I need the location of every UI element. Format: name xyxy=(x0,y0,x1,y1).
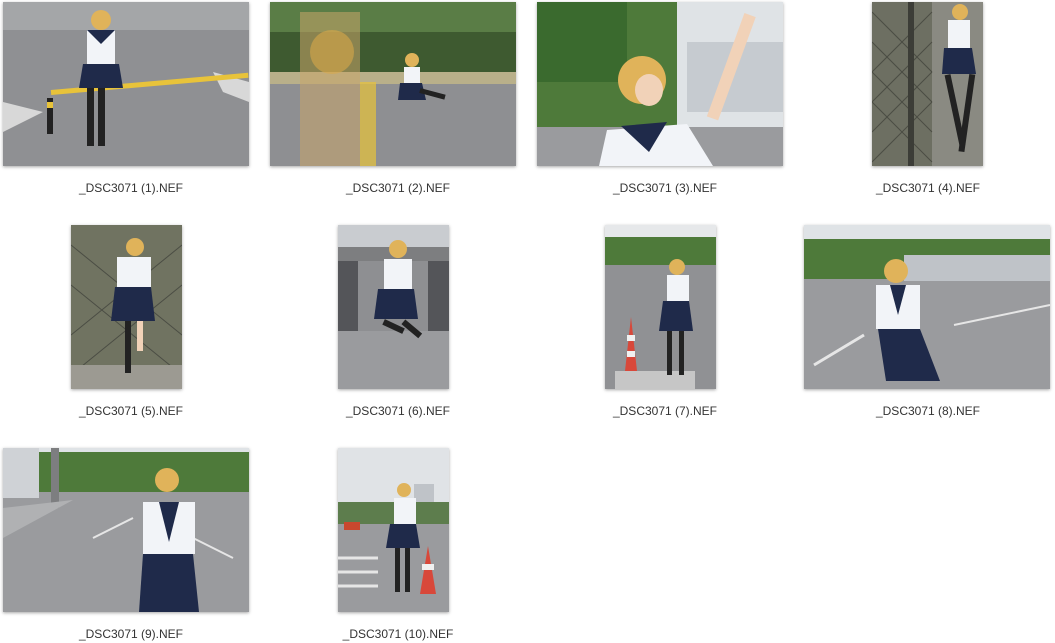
photo-thumbnail[interactable] xyxy=(3,448,249,612)
thumbnail-area[interactable] xyxy=(0,2,262,170)
file-item-4[interactable]: _DSC3071 (4).NEF xyxy=(797,2,1055,195)
file-name-label[interactable]: _DSC3071 (1).NEF xyxy=(0,181,262,195)
thumbnail-area[interactable] xyxy=(0,225,262,393)
thumbnail-area[interactable] xyxy=(534,225,796,393)
photo-thumbnail[interactable] xyxy=(537,2,783,166)
file-item-10[interactable]: _DSC3071 (10).NEF xyxy=(267,448,529,641)
file-name-label[interactable]: _DSC3071 (3).NEF xyxy=(534,181,796,195)
file-thumbnail-grid: _DSC3071 (1).NEF _DSC3071 (2).NEF _DSC30… xyxy=(0,0,1055,643)
file-item-9[interactable]: _DSC3071 (9).NEF xyxy=(0,448,262,641)
photo-thumbnail[interactable] xyxy=(804,225,1050,389)
thumbnail-area[interactable] xyxy=(797,225,1055,393)
thumbnail-area[interactable] xyxy=(797,2,1055,170)
thumbnail-area[interactable] xyxy=(0,448,262,616)
photo-thumbnail[interactable] xyxy=(338,448,449,612)
photo-thumbnail[interactable] xyxy=(270,2,516,166)
file-name-label[interactable]: _DSC3071 (2).NEF xyxy=(267,181,529,195)
file-item-3[interactable]: _DSC3071 (3).NEF xyxy=(534,2,796,195)
thumbnail-area[interactable] xyxy=(267,2,529,170)
thumbnail-area[interactable] xyxy=(267,225,529,393)
file-name-label[interactable]: _DSC3071 (4).NEF xyxy=(797,181,1055,195)
file-item-6[interactable]: _DSC3071 (6).NEF xyxy=(267,225,529,418)
file-name-label[interactable]: _DSC3071 (6).NEF xyxy=(267,404,529,418)
photo-thumbnail[interactable] xyxy=(872,2,983,166)
thumbnail-area[interactable] xyxy=(534,2,796,170)
file-name-label[interactable]: _DSC3071 (7).NEF xyxy=(534,404,796,418)
file-name-label[interactable]: _DSC3071 (10).NEF xyxy=(267,627,529,641)
file-name-label[interactable]: _DSC3071 (5).NEF xyxy=(0,404,262,418)
file-name-label[interactable]: _DSC3071 (9).NEF xyxy=(0,627,262,641)
thumbnail-area[interactable] xyxy=(267,448,529,616)
file-item-2[interactable]: _DSC3071 (2).NEF xyxy=(267,2,529,195)
photo-thumbnail[interactable] xyxy=(3,2,249,166)
file-item-5[interactable]: _DSC3071 (5).NEF xyxy=(0,225,262,418)
photo-thumbnail[interactable] xyxy=(338,225,449,389)
file-name-label[interactable]: _DSC3071 (8).NEF xyxy=(797,404,1055,418)
file-item-1[interactable]: _DSC3071 (1).NEF xyxy=(0,2,262,195)
photo-thumbnail[interactable] xyxy=(71,225,182,389)
file-item-8[interactable]: _DSC3071 (8).NEF xyxy=(797,225,1055,418)
photo-thumbnail[interactable] xyxy=(605,225,716,389)
file-item-7[interactable]: _DSC3071 (7).NEF xyxy=(534,225,796,418)
